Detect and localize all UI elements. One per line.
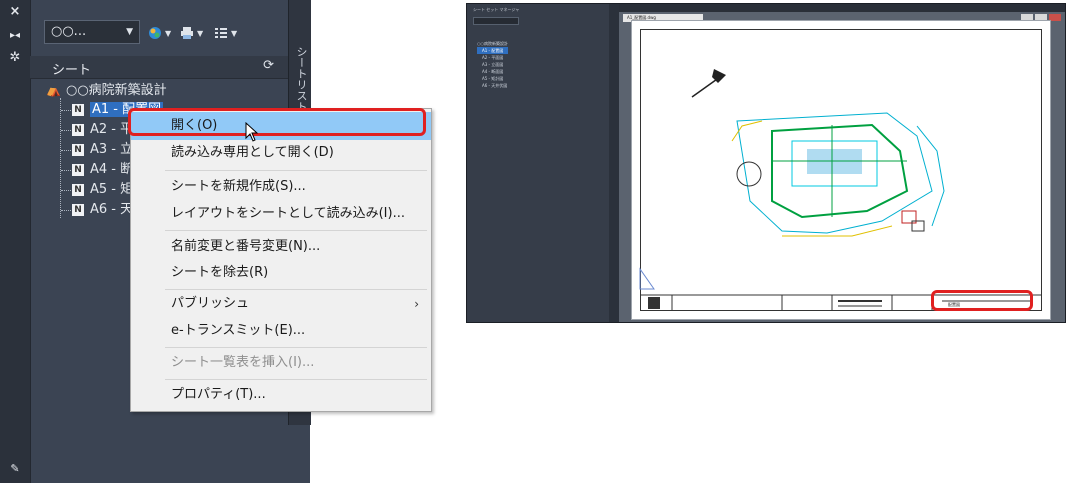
sheet-icon: N	[72, 123, 84, 136]
mini-tree-item: A3 - 立面図	[482, 62, 504, 67]
mini-side-tabs	[609, 4, 619, 322]
view-mode-button[interactable]: ▼	[148, 21, 171, 43]
tree-item-sheet[interactable]: N A4 - 断	[72, 160, 133, 180]
menu-separator	[165, 230, 427, 231]
menu-item-open-read-only[interactable]: 読み込み専用として開く(D)	[131, 139, 431, 167]
site-plan-drawing	[639, 69, 1042, 311]
chevron-down-icon: ▼	[197, 29, 204, 38]
sheetset-dropdown-value: ○○...	[51, 24, 87, 39]
close-icon[interactable]: ×	[0, 4, 30, 19]
panel-toolbar: ○○... ▼ ▼ ▼ ▼	[40, 20, 285, 46]
chevron-right-icon: ›	[414, 297, 419, 311]
callout-highlight-open	[128, 108, 426, 136]
tree-item-sheet[interactable]: N A6 - 天	[72, 200, 133, 220]
sheets-section-header[interactable]: シート ⟳	[30, 56, 288, 79]
tree-item-sheet[interactable]: N A5 - 矩	[72, 180, 133, 200]
printer-icon	[181, 26, 193, 39]
sheet-icon: N	[72, 163, 84, 176]
tree-item-label: A6 - 天	[90, 202, 134, 217]
menu-item-import-layout[interactable]: レイアウトをシートとして読み込み(I)...	[131, 200, 431, 228]
refresh-icon[interactable]: ⟳	[263, 58, 274, 73]
tree-item-label: A3 - 立	[90, 142, 134, 157]
mini-tree: ○○病院新築設計 A1 - 配置図 A2 - 平面図 A3 - 立面図 A4 -…	[477, 40, 508, 89]
pencil-icon: ✎	[10, 462, 20, 475]
menu-item-rename-renumber[interactable]: 名前変更と番号変更(N)...	[131, 233, 431, 261]
tree-item-label: A2 - 平	[90, 122, 134, 137]
sheetset-icon: ⛺	[46, 83, 61, 97]
globe-icon	[149, 26, 161, 39]
palette-title-strip: × ▸◂ ✲ ✎	[0, 0, 30, 483]
chevron-down-icon: ▼	[165, 29, 172, 38]
menu-item-new-sheet[interactable]: シートを新規作成(S)...	[131, 173, 431, 201]
sheet-icon: N	[72, 183, 84, 196]
mini-tree-item: A6 - 天井伏図	[482, 83, 508, 88]
context-menu: 開く(O) 読み込み専用として開く(D) シートを新規作成(S)... レイアウ…	[130, 108, 432, 412]
chevron-down-icon: ▼	[126, 27, 133, 37]
callout-highlight-titleblock	[931, 290, 1033, 311]
tree-item-sheet[interactable]: N A2 - 平	[72, 120, 133, 140]
sheet-icon: N	[72, 203, 84, 216]
mini-tree-item: ○○病院新築設計	[477, 41, 508, 46]
menu-item-insert-sheet-list: シート一覧表を挿入(I)...	[171, 355, 315, 370]
mini-sheetset-dropdown	[473, 17, 519, 25]
auto-hide-icon[interactable]: ▸◂	[0, 30, 30, 41]
menu-item-publish[interactable]: パブリッシュ ›	[131, 290, 431, 318]
mini-drawing-sheet: 配置図	[631, 20, 1051, 320]
north-arrow-icon	[691, 69, 726, 98]
menu-separator	[165, 347, 427, 348]
settings-icon[interactable]: ✲	[0, 50, 30, 65]
tree-item-label: A4 - 断	[90, 162, 134, 177]
mouse-cursor-icon	[245, 122, 259, 142]
sheetset-dropdown[interactable]: ○○... ▼	[44, 20, 140, 44]
tree-root-label: ○○病院新築設計	[66, 83, 167, 98]
mini-panel-title: シート セット マネージャ	[473, 7, 520, 12]
tree-item-label: A5 - 矩	[90, 182, 134, 197]
mini-tree-item: A4 - 断面図	[482, 69, 504, 74]
tree-root-sheetset[interactable]: ⛺ ○○病院新築設計	[46, 80, 167, 100]
list-icon	[215, 27, 227, 38]
sheet-icon: N	[72, 143, 84, 156]
list-options-button[interactable]: ▼	[214, 21, 237, 43]
mini-tree-item: A5 - 矩計図	[482, 76, 504, 81]
mini-tree-item: A1 - 配置図	[477, 47, 508, 54]
menu-item-remove-sheet[interactable]: シートを除去(R)	[131, 259, 431, 287]
publish-button[interactable]: ▼	[180, 21, 203, 43]
chevron-down-icon: ▼	[231, 29, 238, 38]
section-title: シート	[52, 63, 92, 78]
menu-item-etransmit[interactable]: e-トランスミット(E)...	[131, 317, 431, 345]
menu-separator	[165, 379, 427, 380]
menu-item-properties[interactable]: プロパティ(T)...	[131, 381, 431, 409]
menu-separator	[165, 170, 427, 171]
sheet-icon: N	[72, 103, 84, 116]
mini-sheetset-panel: シート セット マネージャ ○○病院新築設計 A1 - 配置図 A2 - 平面図…	[467, 4, 609, 322]
mini-tree-item: A2 - 平面図	[482, 55, 504, 60]
tree-item-sheet[interactable]: N A3 - 立	[72, 140, 133, 160]
